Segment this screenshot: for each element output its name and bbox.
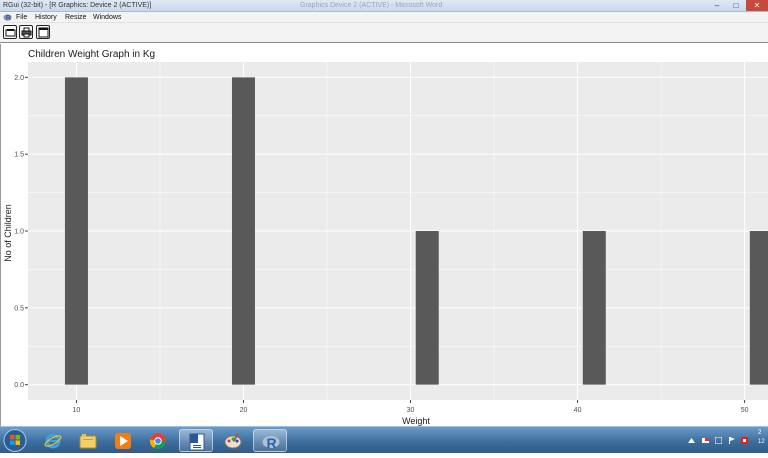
taskbar-paint[interactable]: [216, 429, 250, 452]
copy-button[interactable]: [3, 25, 17, 39]
bar: [415, 231, 439, 385]
toolbar: [0, 23, 768, 43]
r-icon: R: [262, 435, 280, 451]
ie-icon: [44, 433, 62, 449]
bar: [749, 231, 768, 385]
bar: [231, 77, 255, 385]
chart-title: Children Weight Graph in Kg: [28, 49, 155, 60]
windows-start-orb-icon: [3, 429, 27, 452]
x-tick-label: 50: [741, 407, 749, 414]
tray-expand-icon[interactable]: [688, 437, 695, 444]
window-title: RGui (32-bit) - [R Graphics: Device 2 (A…: [3, 2, 152, 9]
folder-icon: [79, 434, 97, 449]
y-tick-label: 2.0: [14, 75, 24, 82]
tray-action-center-icon[interactable]: [728, 437, 735, 444]
x-tick-label: 30: [407, 407, 415, 414]
close-button[interactable]: ✕: [746, 0, 768, 11]
taskbar-internet-explorer[interactable]: [36, 429, 70, 452]
window-icon: [38, 27, 49, 38]
x-tick-label: 10: [73, 407, 81, 414]
y-axis-label: No of Children: [3, 204, 13, 262]
y-tick-label: 0.0: [14, 382, 24, 389]
y-tick-label: 1.0: [14, 229, 24, 236]
bar-chart: Children Weight Graph in Kg 0.0 0.5 1.0 1.5…: [3, 49, 768, 426]
word-icon: [189, 433, 205, 451]
copy-icon: [5, 29, 16, 37]
graphics-device: Children Weight Graph in Kg 0.0 0.5 1.0 1.5…: [0, 44, 768, 426]
print-icon: [21, 27, 32, 38]
y-tick-label: 0.5: [14, 305, 24, 312]
start-button[interactable]: [2, 428, 30, 453]
tray-flag-icon[interactable]: [702, 437, 709, 444]
media-player-icon: [115, 433, 131, 449]
bar: [582, 231, 606, 385]
tray-red-icon[interactable]: [741, 437, 748, 444]
window-title-bar[interactable]: RGui (32-bit) - [R Graphics: Device 2 (A…: [0, 0, 768, 12]
paint-icon: [224, 433, 242, 449]
maximize-button[interactable]: □: [727, 0, 745, 11]
bar: [64, 77, 88, 385]
menu-file[interactable]: File: [16, 12, 27, 23]
taskbar-file-explorer[interactable]: [71, 429, 105, 452]
window-button[interactable]: [36, 25, 50, 39]
menu-bar: R File History Resize Windows: [0, 12, 768, 23]
taskbar-media-player[interactable]: [106, 429, 140, 452]
r-logo-icon: R: [3, 13, 12, 22]
background-window-title: Graphics Device 2 (ACTIVE) - Microsoft W…: [300, 2, 443, 9]
r-letter: R: [267, 435, 277, 451]
taskbar-word[interactable]: [179, 429, 213, 452]
menu-history[interactable]: History: [35, 12, 57, 23]
taskbar-chrome[interactable]: [141, 429, 175, 452]
print-button[interactable]: [19, 25, 33, 39]
x-axis-label: Weight: [402, 416, 430, 426]
chrome-icon: [149, 433, 166, 450]
menu-windows[interactable]: Windows: [93, 12, 121, 23]
taskbar-r[interactable]: R: [253, 429, 287, 452]
taskbar: R 2 12: [0, 426, 768, 453]
clock-time: 2: [758, 430, 762, 436]
x-tick-label: 40: [574, 407, 582, 414]
clock[interactable]: 2 12: [758, 429, 765, 447]
system-tray: [688, 431, 768, 451]
menu-resize[interactable]: Resize: [65, 12, 86, 23]
y-tick-label: 1.5: [14, 152, 24, 159]
clock-date: 12: [758, 439, 765, 445]
x-tick-label: 20: [240, 407, 248, 414]
minimize-button[interactable]: –: [708, 0, 726, 11]
svg-text:R: R: [6, 13, 12, 22]
tray-network-icon[interactable]: [715, 437, 722, 444]
